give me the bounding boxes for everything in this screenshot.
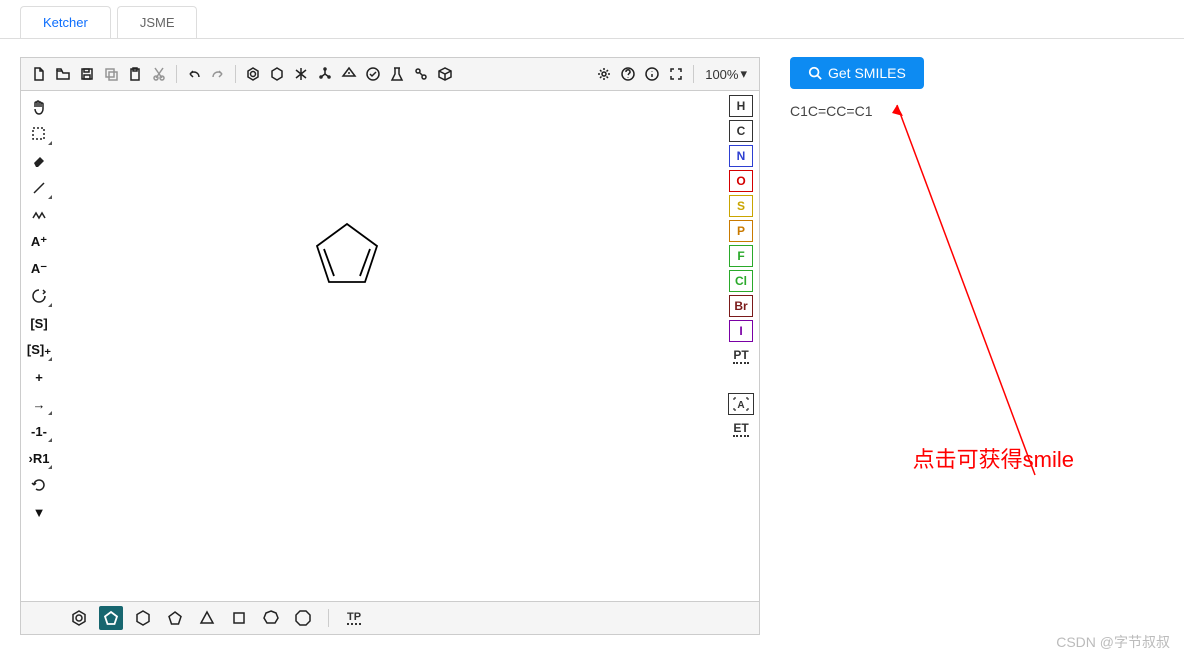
sgroup-tool[interactable]: [S] bbox=[25, 311, 53, 335]
select-tool-icon[interactable] bbox=[25, 122, 53, 146]
atom-n-button[interactable]: N bbox=[729, 145, 753, 167]
left-toolbar: A⁺ A⁻ [S] [S]₊ + → -1- ›R1 ▼ bbox=[21, 91, 57, 601]
tab-jsme[interactable]: JSME bbox=[117, 6, 198, 38]
miew-icon[interactable] bbox=[434, 63, 456, 85]
charge-plus-tool[interactable]: A⁺ bbox=[25, 230, 53, 254]
sgroup-data-label: [S]₊ bbox=[27, 342, 51, 358]
reaction-arrow-tool[interactable]: → bbox=[25, 392, 53, 416]
atom-br-button[interactable]: Br bbox=[729, 295, 753, 317]
right-toolbar: H C N O S P F Cl Br I PT A ET bbox=[723, 91, 759, 601]
hand-tool-icon[interactable] bbox=[25, 95, 53, 119]
atom-cl-button[interactable]: Cl bbox=[729, 270, 753, 292]
molecule-cyclopentadiene bbox=[307, 216, 387, 296]
rgroup-tool[interactable]: ›R1 bbox=[25, 446, 53, 470]
open-icon[interactable] bbox=[52, 63, 74, 85]
smiles-output: C1C=CC=C1 bbox=[790, 103, 1164, 119]
any-atom-button[interactable]: A bbox=[728, 393, 754, 415]
atom-p-button[interactable]: P bbox=[729, 220, 753, 242]
help-icon[interactable] bbox=[617, 63, 639, 85]
more-tools-icon[interactable]: ▼ bbox=[25, 500, 53, 524]
tab-ketcher[interactable]: Ketcher bbox=[20, 6, 111, 38]
atom-f-button[interactable]: F bbox=[729, 245, 753, 267]
erase-tool-icon[interactable] bbox=[25, 149, 53, 173]
transform-tool-icon[interactable] bbox=[25, 284, 53, 308]
template-cyclopropane-icon[interactable] bbox=[195, 606, 219, 630]
atom-s-button[interactable]: S bbox=[729, 195, 753, 217]
map-label: -1- bbox=[31, 424, 47, 439]
calculated-values-icon[interactable] bbox=[386, 63, 408, 85]
reaction-plus-tool[interactable]: + bbox=[25, 365, 53, 389]
new-file-icon[interactable] bbox=[28, 63, 50, 85]
et-label: ET bbox=[733, 421, 748, 437]
charge-minus-tool[interactable]: A⁻ bbox=[25, 257, 53, 281]
dearomatize-icon[interactable] bbox=[266, 63, 288, 85]
svg-text:A: A bbox=[737, 400, 744, 411]
get-smiles-button[interactable]: Get SMILES bbox=[790, 57, 924, 89]
zoom-select[interactable]: 100% ▾ bbox=[699, 66, 753, 82]
copy-icon[interactable] bbox=[100, 63, 122, 85]
cut-icon[interactable] bbox=[148, 63, 170, 85]
template-benzene-icon[interactable] bbox=[67, 606, 91, 630]
template-cyclohexane-icon[interactable] bbox=[131, 606, 155, 630]
ketcher-editor: 100% ▾ A⁺ A⁻ [S] [S]₊ + → -1- bbox=[20, 57, 760, 635]
rgroup-label: ›R1 bbox=[29, 451, 50, 466]
atom-h-button[interactable]: H bbox=[729, 95, 753, 117]
settings-icon[interactable] bbox=[593, 63, 615, 85]
separator bbox=[693, 65, 694, 83]
save-icon[interactable] bbox=[76, 63, 98, 85]
paste-icon[interactable] bbox=[124, 63, 146, 85]
template-cyclobutane-icon[interactable] bbox=[227, 606, 251, 630]
atom-c-button[interactable]: C bbox=[729, 120, 753, 142]
sgroup-data-tool[interactable]: [S]₊ bbox=[25, 338, 53, 362]
tp-label: TP bbox=[347, 611, 361, 625]
template-library-button[interactable]: TP bbox=[342, 606, 366, 630]
check-structure-icon[interactable] bbox=[362, 63, 384, 85]
template-cyclopentane-icon[interactable] bbox=[163, 606, 187, 630]
chain-tool-icon[interactable] bbox=[25, 203, 53, 227]
fullscreen-icon[interactable] bbox=[665, 63, 687, 85]
get-smiles-label: Get SMILES bbox=[828, 65, 906, 81]
clean-icon[interactable] bbox=[314, 63, 336, 85]
search-icon bbox=[808, 66, 822, 80]
bottom-toolbar: TP bbox=[21, 601, 759, 634]
atom-o-button[interactable]: O bbox=[729, 170, 753, 192]
separator bbox=[328, 609, 329, 627]
stereo-icon[interactable] bbox=[410, 63, 432, 85]
template-cycloheptane-icon[interactable] bbox=[259, 606, 283, 630]
periodic-table-button[interactable]: PT bbox=[728, 345, 754, 367]
template-cyclooctane-icon[interactable] bbox=[291, 606, 315, 630]
reaction-map-tool[interactable]: -1- bbox=[25, 419, 53, 443]
arrow-label: → bbox=[33, 397, 46, 412]
drawing-canvas[interactable] bbox=[57, 91, 723, 601]
bond-tool-icon[interactable] bbox=[25, 176, 53, 200]
template-cyclopentadiene-icon[interactable] bbox=[99, 606, 123, 630]
side-panel: Get SMILES C1C=CC=C1 bbox=[790, 57, 1164, 635]
top-toolbar: 100% ▾ bbox=[21, 58, 759, 91]
redo-icon[interactable] bbox=[207, 63, 229, 85]
separator bbox=[235, 65, 236, 83]
calculate-cip-icon[interactable] bbox=[338, 63, 360, 85]
pt-label: PT bbox=[733, 348, 748, 364]
about-icon[interactable] bbox=[641, 63, 663, 85]
watermark: CSDN @字节叔叔 bbox=[1056, 632, 1170, 652]
shape-rotate-tool-icon[interactable] bbox=[25, 473, 53, 497]
undo-icon[interactable] bbox=[183, 63, 205, 85]
annotation-text: 点击可获得smile bbox=[913, 442, 1074, 474]
extended-table-button[interactable]: ET bbox=[728, 418, 754, 440]
atom-i-button[interactable]: I bbox=[729, 320, 753, 342]
separator bbox=[176, 65, 177, 83]
layout-icon[interactable] bbox=[290, 63, 312, 85]
zoom-label: 100% bbox=[705, 67, 738, 82]
aromatize-icon[interactable] bbox=[242, 63, 264, 85]
